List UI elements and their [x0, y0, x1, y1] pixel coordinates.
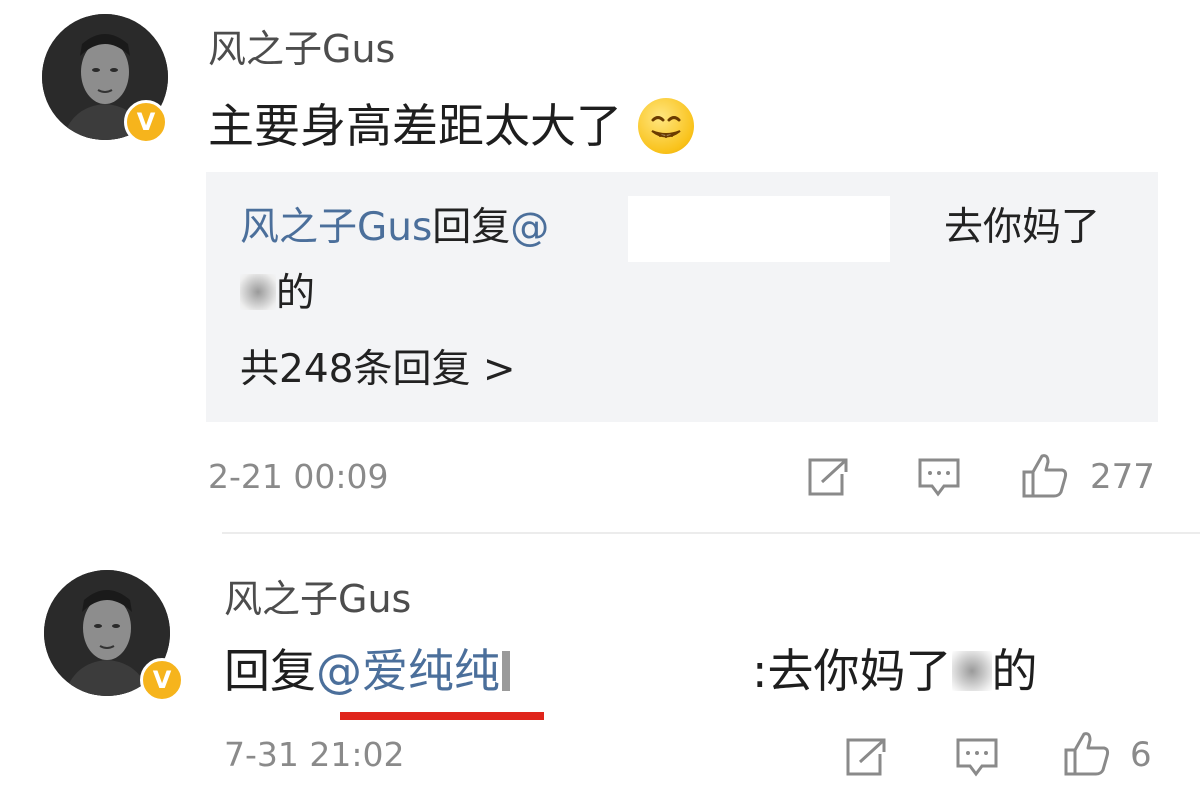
comment-timestamp: 7-31 21:02 [224, 735, 405, 774]
reply-word: 回复 [224, 644, 316, 698]
verified-badge-icon: V [124, 100, 168, 144]
blurred-character [502, 651, 510, 691]
comment-tail-text: :去你妈了 [752, 644, 952, 698]
comment-username[interactable]: 风之子Gus [208, 30, 395, 68]
like-icon[interactable] [1020, 450, 1070, 500]
comment-text: 主要身高差距太大了 [208, 99, 622, 153]
reply-word: 回复 [432, 205, 511, 250]
reply-preview-line2: 的 [240, 274, 315, 313]
like-icon[interactable] [1062, 728, 1112, 778]
comment-text-tail: :去你妈了的 [752, 648, 1038, 694]
blurred-character [951, 651, 992, 691]
blurred-character [240, 274, 276, 310]
redacted-region [628, 196, 890, 262]
comment-icon[interactable] [954, 736, 1000, 778]
comment-tail-end: 的 [991, 644, 1038, 698]
repost-icon[interactable] [806, 456, 852, 498]
comment-divider [222, 532, 1200, 534]
reply-at-link[interactable]: @ [510, 205, 549, 250]
red-underline-annotation [340, 712, 544, 720]
comment-icon[interactable] [916, 456, 962, 498]
repost-icon[interactable] [844, 736, 890, 778]
smirk-emoji-icon [638, 98, 694, 154]
reply-preview-tail: 去你妈了 [944, 205, 1101, 250]
view-all-replies-link[interactable]: 共248条回复 > [240, 350, 516, 389]
comment-timestamp: 2-21 00:09 [208, 457, 389, 496]
like-count: 277 [1090, 457, 1155, 497]
reply-second-line-text: 的 [276, 271, 316, 316]
comment-text-start: 回复@爱纯纯 [224, 648, 510, 694]
comment-body: 主要身高差距太大了 [208, 98, 694, 154]
reply-author-link[interactable]: 风之子Gus [240, 205, 432, 250]
like-count: 6 [1130, 735, 1152, 775]
comment-username[interactable]: 风之子Gus [224, 580, 411, 618]
verified-badge-icon: V [140, 658, 184, 702]
mention-link[interactable]: @爱纯纯 [316, 644, 500, 698]
reply-preview-line1: 风之子Gus回复@ [240, 208, 549, 247]
